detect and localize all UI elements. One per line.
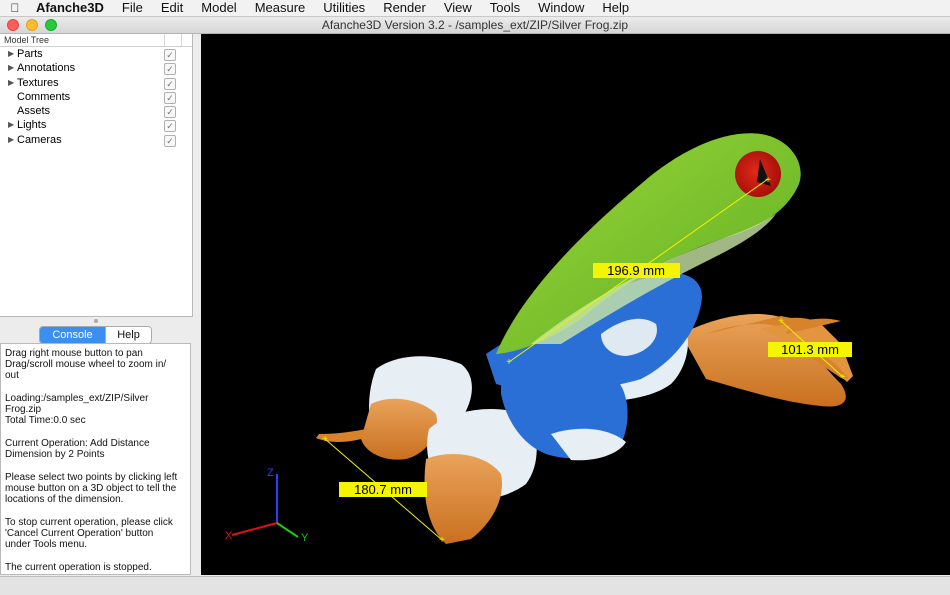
menu-measure[interactable]: Measure [246, 0, 315, 16]
splitter-handle-icon[interactable] [94, 319, 98, 323]
disclosure-triangle-icon[interactable]: ▶ [8, 61, 14, 75]
tab-help[interactable]: Help [105, 327, 151, 343]
panel-splitter[interactable] [0, 317, 192, 323]
console-message: Drag right mouse button to pan Drag/scro… [5, 348, 167, 381]
menu-utilities[interactable]: Utilities [314, 0, 374, 16]
dimension-label-101[interactable]: 101.3 mm [781, 342, 839, 357]
menu-view[interactable]: View [435, 0, 481, 16]
apple-icon[interactable]:  [0, 1, 30, 15]
visibility-checkbox[interactable]: ✓ [164, 91, 176, 104]
model-tree-column-title[interactable]: Model Tree [0, 34, 165, 46]
window-title: Afanche3D Version 3.2 - /samples_ext/ZIP… [321, 18, 629, 32]
model-tree-item-label: Comments [17, 90, 71, 103]
model-tree-header: Model Tree [0, 34, 192, 47]
menu-bar:  Afanche3D File Edit Model Measure Util… [0, 0, 950, 17]
model-tree-list: ▶ Parts ✓ ▶ Annotations ✓ ▶ Textures ✓ Comments ✓ A… [0, 47, 192, 147]
menu-edit[interactable]: Edit [152, 0, 192, 16]
model-tree-item-label: Lights [17, 119, 47, 132]
disclosure-triangle-icon[interactable]: ▶ [8, 118, 14, 132]
console-message: Loading:/samples_ext/ZIP/Silver Frog.zip… [5, 393, 149, 426]
model-tree-item-label: Parts [17, 48, 43, 60]
frog-front-leg [424, 454, 502, 544]
model-tree-item-parts[interactable]: ▶ Parts ✓ [0, 47, 192, 61]
console-message: Current Operation: Add Distance Dimensio… [5, 438, 150, 460]
model-tree-item-label: Textures [17, 76, 59, 89]
model-tree-item-assets[interactable]: Assets ✓ [0, 104, 192, 119]
disclosure-triangle-icon[interactable]: ▶ [8, 76, 14, 90]
console-output[interactable]: Drag right mouse button to pan Drag/scro… [0, 343, 191, 575]
visibility-checkbox[interactable]: ✓ [164, 77, 176, 90]
svg-text:+: + [840, 372, 846, 383]
model-tree-item-cameras[interactable]: ▶ Cameras ✓ [0, 133, 192, 147]
svg-text:+: + [765, 175, 771, 186]
model-tree-item-comments[interactable]: Comments ✓ [0, 90, 192, 104]
dimension-label-196[interactable]: 196.9 mm [607, 263, 665, 278]
svg-text:+: + [778, 316, 784, 327]
tab-console[interactable]: Console [40, 327, 105, 343]
visibility-checkbox[interactable]: ✓ [164, 120, 176, 133]
model-tree-item-textures[interactable]: ▶ Textures ✓ [0, 76, 192, 90]
menu-model[interactable]: Model [192, 0, 245, 16]
menu-app-name[interactable]: Afanche3D [30, 0, 113, 16]
menu-window[interactable]: Window [529, 0, 593, 16]
menu-help[interactable]: Help [593, 0, 638, 16]
model-tree-visibility-column[interactable] [165, 34, 182, 46]
disclosure-triangle-icon[interactable]: ▶ [8, 133, 14, 147]
svg-text:+: + [439, 535, 445, 546]
disclosure-triangle-icon[interactable]: ▶ [8, 47, 14, 61]
console-message: To stop current operation, please click … [5, 517, 173, 550]
menu-tools[interactable]: Tools [481, 0, 529, 16]
visibility-checkbox[interactable]: ✓ [164, 63, 176, 76]
y-axis-label: Y [301, 532, 309, 544]
menu-render[interactable]: Render [374, 0, 435, 16]
status-bar [0, 576, 950, 595]
x-axis-label: X [225, 530, 233, 542]
window-title-bar: Afanche3D Version 3.2 - /samples_ext/ZIP… [0, 17, 950, 34]
console-help-tabs: Console Help [39, 326, 152, 344]
model-tree-panel: Model Tree ▶ Parts ✓ ▶ Annotations ✓ ▶ Textures… [0, 34, 193, 317]
console-message: Please select two points by clicking lef… [5, 472, 178, 505]
model-tree-item-label: Cameras [17, 133, 62, 146]
axis-triad: Z X Y [225, 467, 309, 544]
model-tree-item-label: Assets [17, 105, 51, 118]
svg-text:+: + [506, 357, 512, 368]
3d-viewport[interactable]: + + + + + + 196.9 mm 101.3 mm 180.7 mm Z… [201, 34, 950, 575]
svg-text:+: + [322, 434, 328, 445]
dimension-label-180[interactable]: 180.7 mm [354, 482, 412, 497]
model-tree-item-label: Annotations [17, 62, 76, 75]
frog-model-render[interactable]: + + + + + + 196.9 mm 101.3 mm 180.7 mm Z… [201, 34, 950, 575]
console-message: The current operation is stopped. [5, 562, 152, 573]
visibility-checkbox[interactable]: ✓ [164, 134, 176, 147]
visibility-checkbox[interactable]: ✓ [164, 49, 176, 61]
z-axis-label: Z [267, 467, 274, 479]
visibility-checkbox[interactable]: ✓ [164, 106, 176, 119]
model-tree-item-lights[interactable]: ▶ Lights ✓ [0, 118, 192, 133]
frog-eye [735, 151, 781, 197]
model-tree-item-annotations[interactable]: ▶ Annotations ✓ [0, 61, 192, 76]
menu-file[interactable]: File [113, 0, 152, 16]
